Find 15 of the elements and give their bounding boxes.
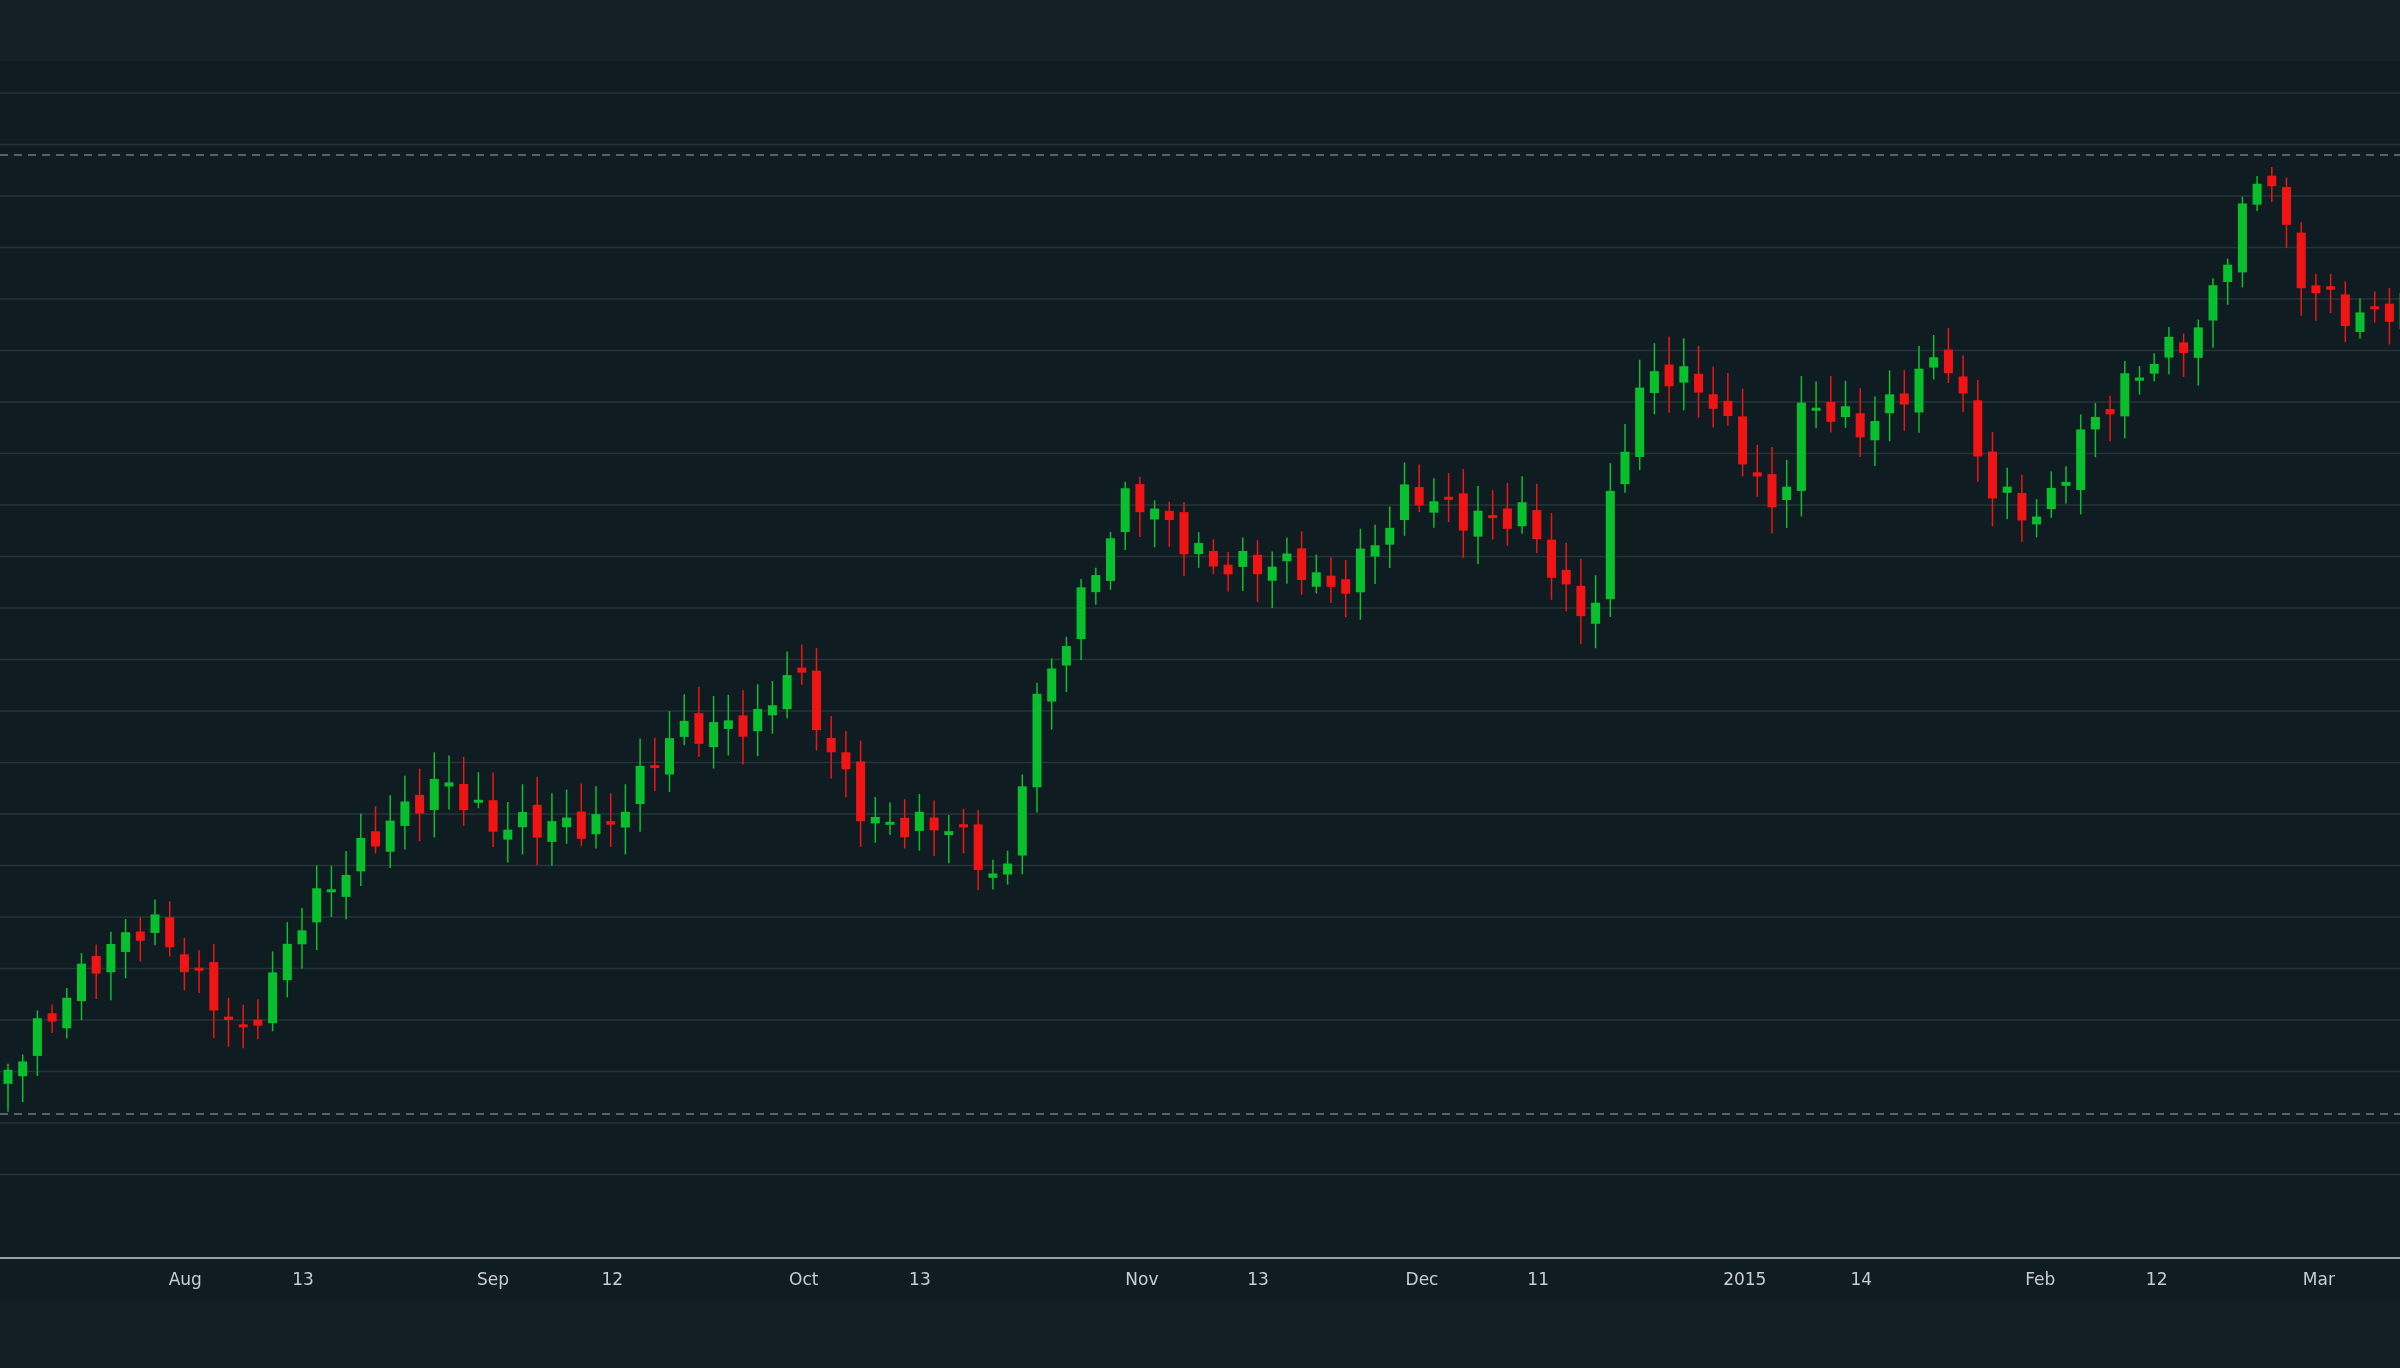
axis-label: 11 (1527, 1269, 1549, 1289)
axis-label: Aug (168, 1269, 202, 1289)
axis-label: Nov (1125, 1269, 1159, 1289)
axis-label: Dec (1405, 1269, 1439, 1289)
axis-label: 14 (1850, 1269, 1872, 1289)
axis-label: 13 (1247, 1269, 1269, 1289)
axis-label: 13 (909, 1269, 931, 1289)
axis-label: 12 (601, 1269, 624, 1289)
axis-label: 13 (292, 1269, 314, 1289)
axis-label: Feb (2025, 1269, 2056, 1289)
axis-label: 12 (2145, 1269, 2168, 1289)
axis-label: Sep (476, 1269, 509, 1289)
axis-label: Mar (2302, 1269, 2335, 1289)
axis-label: Oct (789, 1269, 819, 1289)
axis-label: 2015 (1723, 1269, 1767, 1289)
